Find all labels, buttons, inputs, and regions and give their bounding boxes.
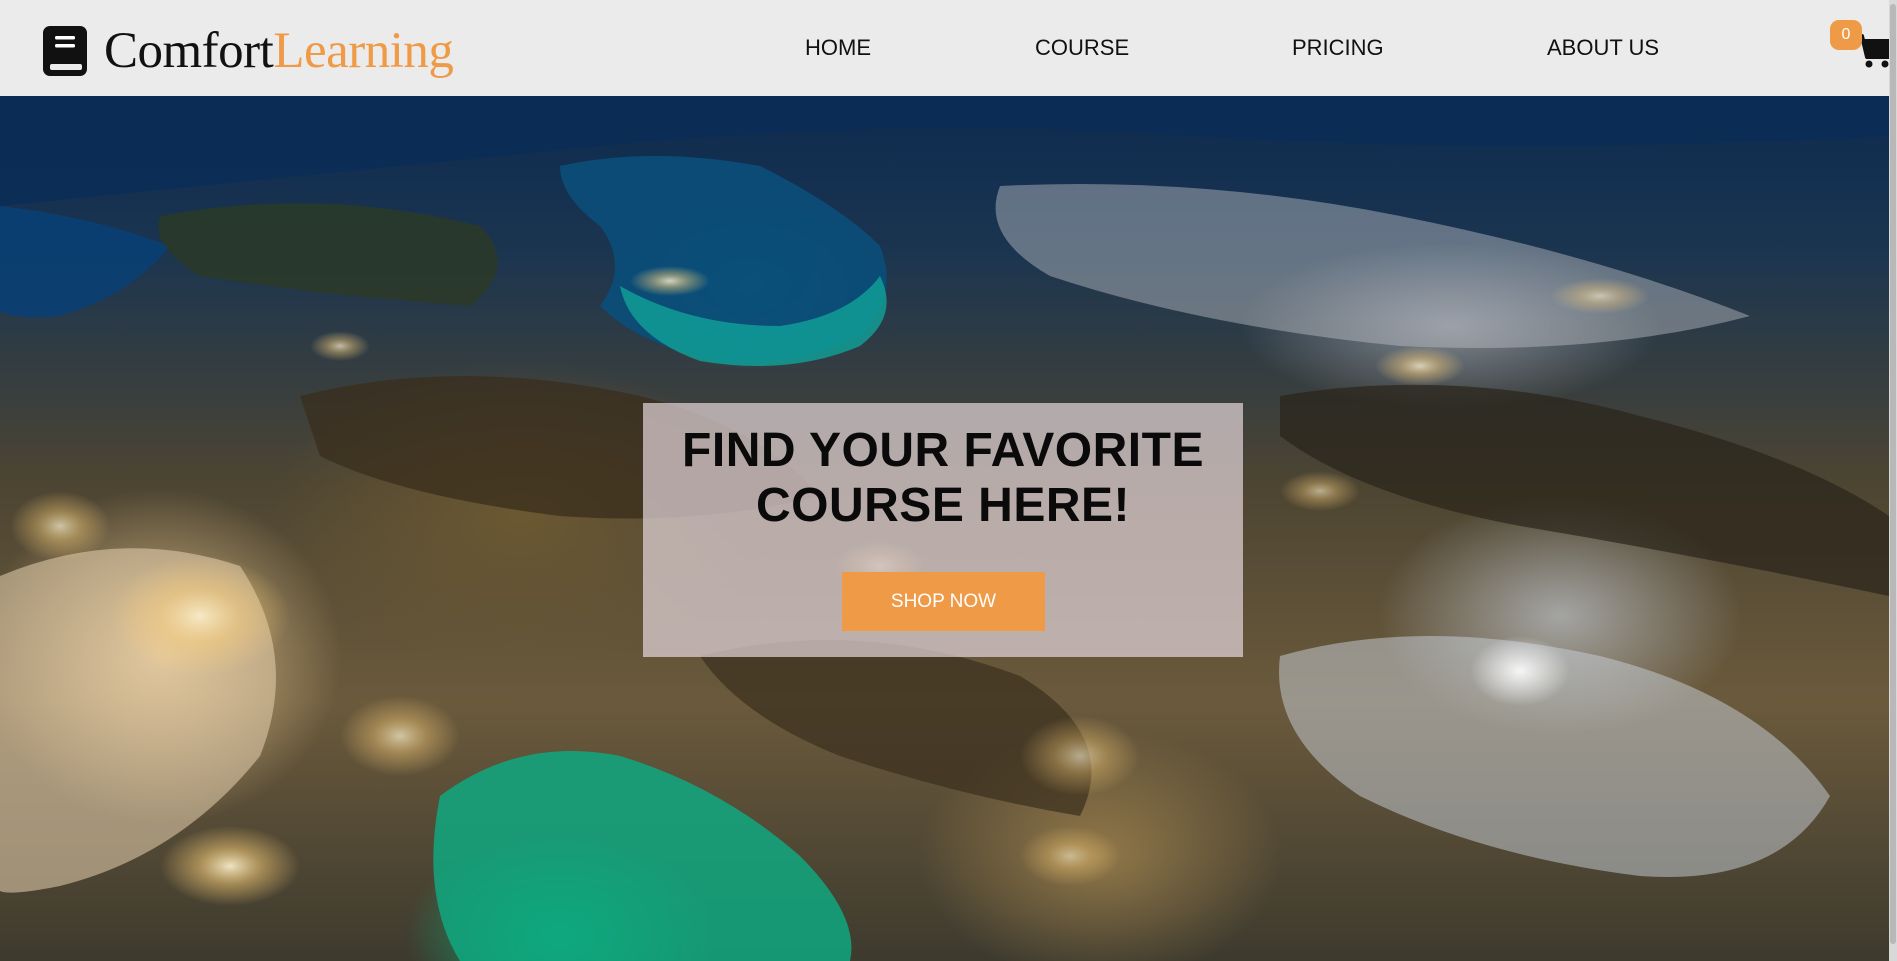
- brand-name-part1: Comfort: [104, 22, 274, 79]
- brand-name-part2: Learning: [273, 22, 454, 79]
- cart-button[interactable]: 0: [1830, 20, 1894, 76]
- hero-section: FIND YOUR FAVORITE COURSE HERE! SHOP NOW: [0, 96, 1889, 961]
- brand-name: ComfortLearning: [104, 22, 454, 79]
- nav-home[interactable]: HOME: [805, 35, 871, 61]
- hero-title-line1: FIND YOUR FAVORITE: [682, 424, 1204, 477]
- nav-about-us[interactable]: ABOUT US: [1547, 35, 1659, 61]
- scrollbar-thumb[interactable]: [1890, 4, 1896, 944]
- nav-course[interactable]: COURSE: [1035, 35, 1129, 61]
- hero-overlay-box: FIND YOUR FAVORITE COURSE HERE! SHOP NOW: [643, 403, 1243, 657]
- site-header: ComfortLearning HOME COURSE PRICING ABOU…: [0, 0, 1897, 96]
- hero-title-line2: COURSE HERE!: [755, 479, 1131, 532]
- book-icon: [43, 26, 87, 76]
- nav-pricing[interactable]: PRICING: [1292, 35, 1384, 61]
- shop-now-button[interactable]: SHOP NOW: [842, 572, 1045, 631]
- hero-title: FIND YOUR FAVORITE COURSE HERE!: [643, 403, 1243, 533]
- cart-count-badge: 0: [1830, 20, 1862, 50]
- brand-logo[interactable]: ComfortLearning: [42, 22, 454, 80]
